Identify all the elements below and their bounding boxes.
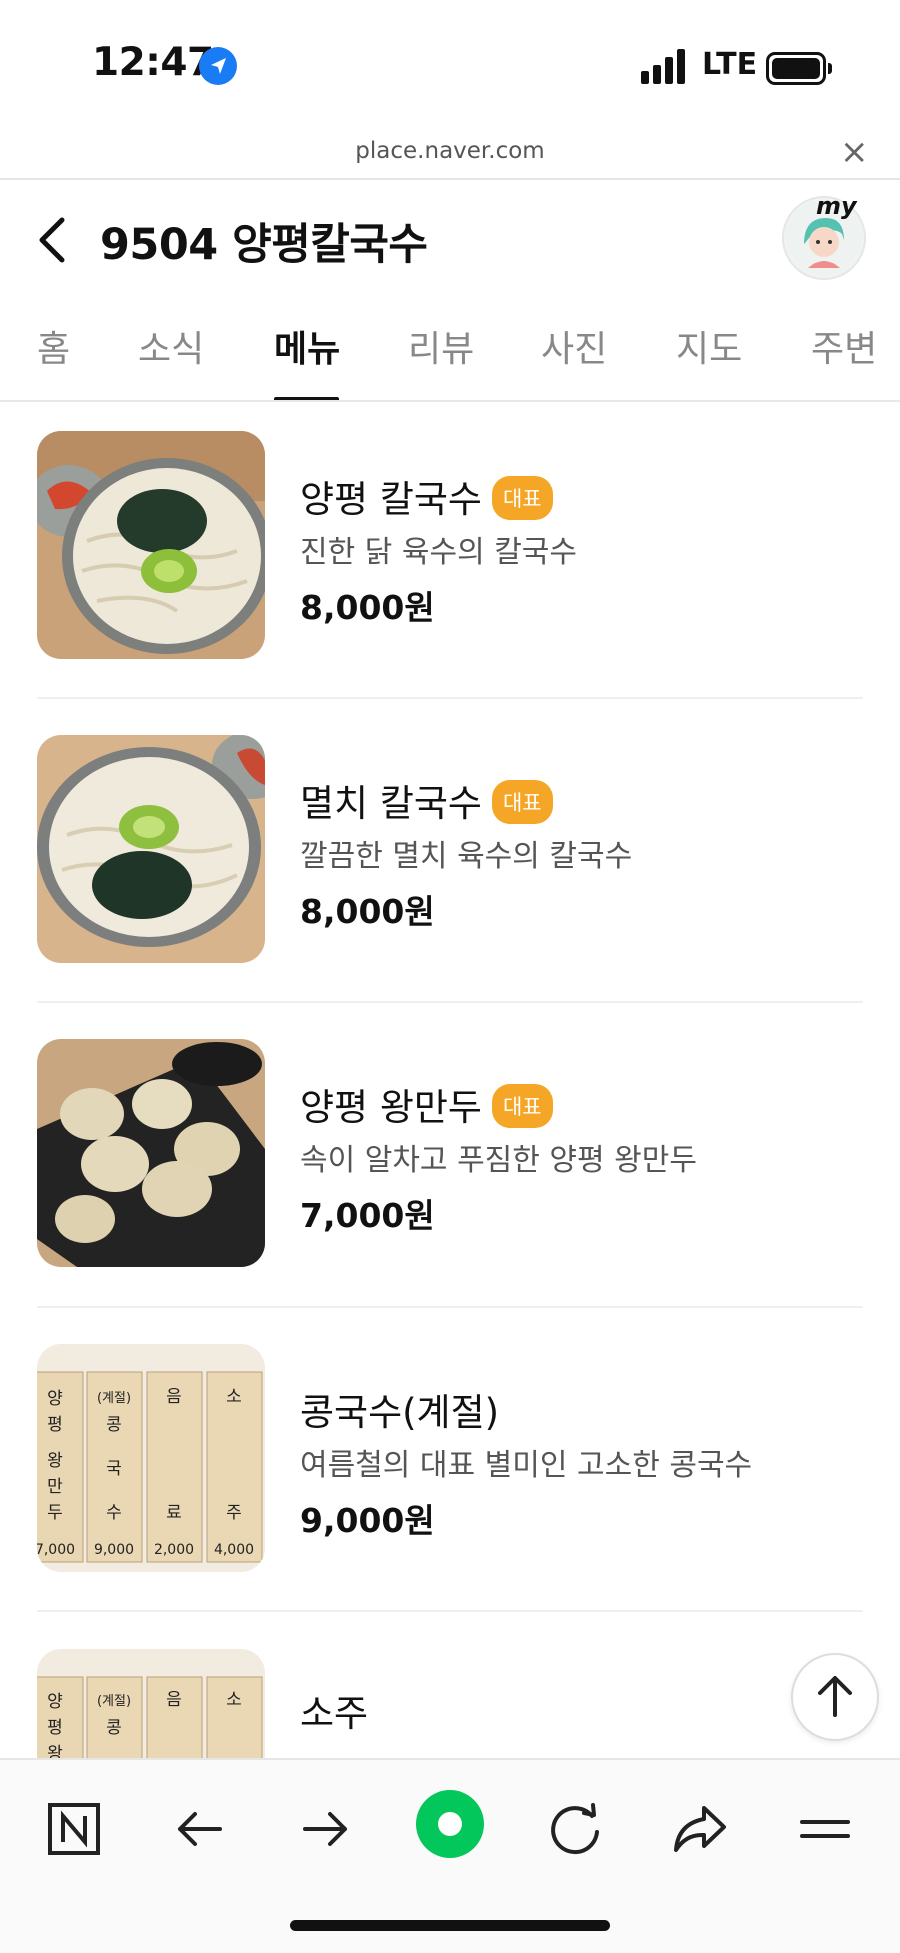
back-button[interactable]: [30, 210, 80, 270]
tab-map[interactable]: 지도: [676, 320, 742, 372]
menu-price: 7,000원: [300, 1196, 435, 1235]
menu-price: 9,000원: [300, 1501, 435, 1540]
signature-badge: 대표: [491, 475, 553, 520]
menu-item[interactable]: 양평 칼국수 대표 진한 닭 육수의 칼국수 8,000원: [0, 431, 900, 671]
menu-item[interactable]: 멸치 칼국수 대표 깔끔한 멸치 육수의 칼국수 8,000원: [0, 735, 900, 975]
board-text: 만: [47, 1477, 63, 1497]
naver-home-button[interactable]: [39, 1794, 109, 1864]
share-icon: [674, 1806, 726, 1852]
tab-review[interactable]: 리뷰: [408, 320, 474, 372]
location-arrow-icon: [199, 47, 237, 85]
menu-board-photo: 양 평 왕 (계절) 콩 음 소: [37, 1649, 265, 1758]
board-text: 두: [47, 1503, 63, 1523]
board-tag: (계절): [97, 1694, 131, 1709]
menu-description: 진한 닭 육수의 칼국수: [300, 535, 578, 570]
menu-board-photo: 양 평 왕 만 두 7,000 (계절) 콩 국 수 9,000 음 료 2,0…: [37, 1344, 265, 1572]
arrow-up-icon: [818, 1676, 852, 1717]
naver-green-button[interactable]: [414, 1788, 486, 1860]
board-text: 료: [166, 1503, 182, 1523]
menu-name: 양평 칼국수 대표: [300, 469, 553, 524]
board-tag: (계절): [97, 1391, 131, 1406]
board-text: 소: [226, 1690, 242, 1710]
board-price: 2,000: [154, 1542, 194, 1558]
close-icon[interactable]: ×: [840, 132, 869, 172]
menu-button[interactable]: [790, 1794, 860, 1864]
naver-green-icon: [416, 1790, 484, 1858]
board-text: 주: [226, 1503, 242, 1523]
menu-icon: [800, 1820, 850, 1838]
arrow-right-icon: [303, 1812, 347, 1846]
tab-photos[interactable]: 사진: [541, 320, 607, 372]
menu-photo-kalguksu: [37, 431, 265, 659]
arrow-left-icon: [178, 1812, 222, 1846]
menu-description: 여름철의 대표 별미인 고소한 콩국수: [300, 1448, 753, 1483]
board-text: 왕: [47, 1744, 63, 1758]
divider: [37, 1610, 863, 1612]
board-price: 9,000: [94, 1542, 134, 1558]
board-text: 수: [106, 1503, 122, 1523]
menu-price: 8,000원: [300, 892, 435, 931]
board-text: 양: [47, 1692, 63, 1712]
forward-nav-button[interactable]: [290, 1794, 360, 1864]
board-text: 콩: [106, 1718, 122, 1738]
network-label: LTE: [702, 47, 758, 82]
menu-name: 콩국수(계절): [300, 1391, 500, 1434]
tab-bar: 홈 소식 메뉴 리뷰 사진 지도 주변: [0, 320, 900, 402]
menu-description: 속이 알차고 푸짐한 양평 왕만두: [300, 1143, 697, 1178]
board-text: 음: [166, 1387, 182, 1407]
signature-badge: 대표: [491, 779, 553, 824]
menu-name: 소주: [300, 1692, 369, 1735]
menu-description: 깔끔한 멸치 육수의 칼국수: [300, 839, 633, 874]
board-text: 왕: [47, 1451, 63, 1471]
status-bar: 12:47 LTE: [0, 0, 900, 130]
naver-n-icon: [48, 1803, 100, 1855]
back-nav-button[interactable]: [165, 1794, 235, 1864]
url-bar[interactable]: place.naver.com: [0, 138, 900, 164]
board-text: 평: [47, 1415, 63, 1435]
divider: [0, 400, 900, 402]
tab-menu[interactable]: 메뉴: [274, 320, 340, 372]
divider: [37, 697, 863, 699]
signal-icon: [641, 48, 687, 84]
divider: [37, 1001, 863, 1003]
battery-icon: [766, 52, 832, 85]
status-time: 12:47: [92, 40, 214, 85]
board-price: 4,000: [214, 1542, 254, 1558]
tab-home[interactable]: 홈: [37, 320, 70, 372]
menu-name: 멸치 칼국수 대표: [300, 773, 553, 828]
board-text: 평: [47, 1718, 63, 1738]
home-indicator: [290, 1920, 610, 1931]
refresh-icon: [551, 1803, 599, 1855]
board-text: 음: [166, 1690, 182, 1710]
back-icon: [39, 217, 65, 263]
menu-price: 8,000원: [300, 588, 435, 627]
menu-item[interactable]: 양평 왕만두 대표 속이 알차고 푸짐한 양평 왕만두 7,000원: [0, 1039, 900, 1279]
board-price: 7,000: [37, 1542, 75, 1558]
refresh-button[interactable]: [540, 1794, 610, 1864]
signature-badge: 대표: [491, 1083, 553, 1128]
board-text: 양: [47, 1389, 63, 1409]
menu-photo-dumpling: [37, 1039, 265, 1267]
scroll-top-button[interactable]: [791, 1653, 879, 1741]
tab-nearby[interactable]: 주변: [811, 320, 877, 372]
board-text: 소: [226, 1387, 242, 1407]
menu-photo-anchovy-kalguksu: [37, 735, 265, 963]
menu-item[interactable]: 양 평 왕 (계절) 콩 음 소 소주: [0, 1649, 900, 1758]
page-title: 9504 양평칼국수: [100, 220, 428, 270]
profile-my-label: my: [816, 192, 857, 220]
menu-item[interactable]: 양 평 왕 만 두 7,000 (계절) 콩 국 수 9,000 음 료 2,0…: [0, 1344, 900, 1584]
divider: [0, 178, 900, 180]
tab-news[interactable]: 소식: [138, 320, 204, 372]
board-text: 콩: [106, 1415, 122, 1435]
divider: [37, 1306, 863, 1308]
board-text: 국: [106, 1459, 122, 1479]
share-button[interactable]: [664, 1794, 734, 1864]
menu-name: 양평 왕만두 대표: [300, 1077, 553, 1132]
